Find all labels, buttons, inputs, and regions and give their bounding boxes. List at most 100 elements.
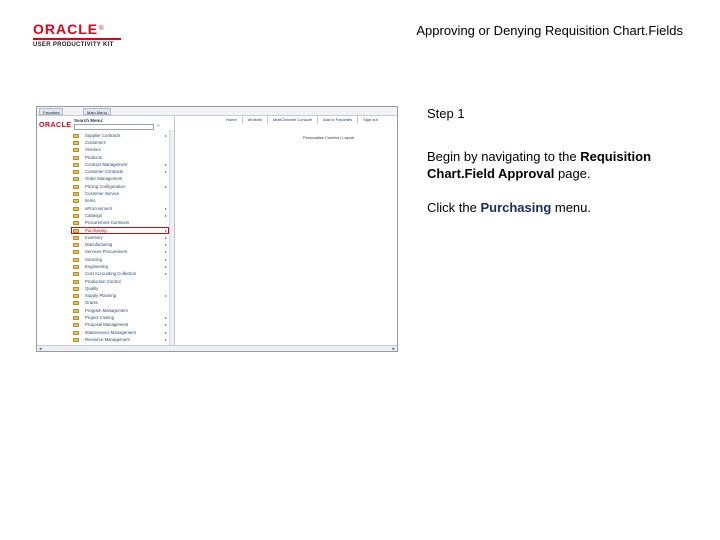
menu-item-label: Customer Service (85, 191, 120, 197)
submenu-arrow-icon: ▸ (164, 161, 167, 167)
menu-item-label: Supply Planning (85, 293, 117, 299)
menu-item[interactable]: Quality (71, 285, 169, 292)
menu-item[interactable]: Contract Management ▸ (71, 161, 169, 168)
application-screenshot: Favorites Main Menu ORACLE Home Worklist… (36, 106, 398, 352)
link-worklist[interactable]: Worklist (241, 116, 267, 124)
menu-item[interactable]: Pricing Configuration ▸ (71, 183, 169, 190)
folder-icon (73, 316, 79, 321)
menu-item[interactable]: Customer Service (71, 190, 169, 197)
menu-item[interactable]: eProcurement ▸ (71, 205, 169, 212)
link-multichannel-console[interactable]: MultiChannel Console (266, 116, 317, 124)
menu-item-label: Quality (85, 285, 99, 291)
menu-item[interactable]: Supply Planning ▸ (71, 293, 169, 300)
menu-item-label: Pricing Configuration (85, 183, 125, 189)
menu-item-label: Vendors (85, 147, 101, 153)
target-menu-name: Purchasing (480, 200, 552, 215)
menu-item[interactable]: Project Costing ▸ (71, 314, 169, 321)
tab-main-menu[interactable]: Main Menu (83, 108, 111, 115)
instruction-text: Click the (427, 200, 481, 215)
menu-item-label: eProcurement (85, 205, 112, 211)
submenu-arrow-icon: ▸ (164, 169, 167, 175)
horizontal-scrollbar[interactable]: ◂ ▸ (37, 345, 397, 351)
personalize-content-link[interactable]: Personalize Content | Layout (303, 135, 354, 141)
link-home[interactable]: Home (221, 116, 242, 124)
step-number: Step 1 (427, 106, 465, 121)
menu-item[interactable]: Proposal Management ▸ (71, 322, 169, 329)
menu-item[interactable]: Cost Accounting Collection ▸ (71, 271, 169, 278)
menu-item[interactable]: Services Procurement ▸ (71, 249, 169, 256)
menu-item-label: Purchasing (85, 227, 107, 233)
menu-item-label: Program Management (85, 307, 128, 313)
scroll-left-icon[interactable]: ◂ (39, 346, 42, 351)
submenu-arrow-icon: ▸ (164, 271, 167, 277)
menu-scrollbar[interactable] (169, 130, 174, 351)
folder-icon (73, 264, 79, 269)
menu-item[interactable]: Production Control (71, 278, 169, 285)
folder-icon (73, 170, 79, 175)
menu-item-label: Procurement Contracts (85, 220, 130, 226)
go-arrow-icon[interactable]: » (157, 123, 160, 130)
menu-item[interactable]: Supplier Contracts ▸ (71, 132, 169, 139)
folder-icon (73, 192, 79, 197)
folder-icon (73, 228, 79, 233)
folder-icon (73, 133, 79, 138)
submenu-arrow-icon: ▸ (164, 183, 167, 189)
menu-item[interactable]: Customers (71, 139, 169, 146)
folder-icon (73, 206, 79, 211)
submenu-arrow-icon: ▸ (164, 256, 167, 262)
menu-item-label: Manufacturing (85, 242, 113, 248)
folder-icon (73, 279, 79, 284)
menu-item[interactable]: Customer Contracts ▸ (71, 168, 169, 175)
menu-item[interactable]: Program Management (71, 307, 169, 314)
menu-item[interactable]: Procurement Contracts (71, 220, 169, 227)
instruction-paragraph-navigate: Begin by navigating to the Requisition C… (427, 148, 697, 182)
folder-icon (73, 235, 79, 240)
menu-item[interactable]: Catalogs ▸ (71, 212, 169, 219)
folder-icon (73, 330, 79, 335)
menu-item-label: Resource Management (85, 336, 130, 342)
main-menu-dropdown: Search Menu: » Supplier Contracts ▸ Custom… (71, 116, 175, 351)
menu-item-label: Cost Accounting Collection (85, 271, 137, 277)
menu-item-label: Engineering (85, 263, 108, 269)
link-add-to-favorites[interactable]: Add to Favorites (316, 116, 357, 124)
menu-item[interactable]: Vendors (71, 147, 169, 154)
folder-icon (73, 308, 79, 313)
instruction-text: page. (554, 166, 591, 181)
menu-item[interactable]: Grants (71, 300, 169, 307)
folder-icon (73, 243, 79, 248)
link-sign-out[interactable]: Sign out (357, 116, 383, 124)
screenshot-header-links: Home Worklist MultiChannel Console Add t… (221, 115, 383, 125)
menu-item-label: Proposal Management (85, 322, 129, 328)
menu-item[interactable]: Sourcing ▸ (71, 256, 169, 263)
scroll-right-icon[interactable]: ▸ (392, 346, 395, 351)
menu-item-list: Supplier Contracts ▸ Customers Vendors Produ… (71, 132, 169, 344)
submenu-arrow-icon: ▸ (164, 234, 167, 240)
menu-item[interactable]: Maintenance Management ▸ (71, 329, 169, 336)
submenu-arrow-icon: ▸ (164, 336, 167, 342)
menu-item[interactable]: Resource Management ▸ (71, 336, 169, 343)
menu-item-label: Project Costing (85, 315, 115, 321)
menu-item[interactable]: Products (71, 154, 169, 161)
folder-icon (73, 294, 79, 299)
folder-icon (73, 301, 79, 306)
tab-favorites[interactable]: Favorites (39, 108, 64, 115)
folder-icon (73, 177, 79, 182)
instruction-paragraph-click: Click the Purchasing menu. (427, 199, 697, 216)
folder-icon (73, 155, 79, 160)
logo-subtitle: USER PRODUCTIVITY KIT (33, 42, 114, 48)
folder-icon (73, 162, 79, 167)
menu-item-label: Items (85, 198, 96, 204)
logo-divider (33, 38, 121, 40)
menu-item[interactable]: Engineering ▸ (71, 263, 169, 270)
folder-icon (73, 184, 79, 189)
menu-item[interactable]: Items (71, 198, 169, 205)
search-menu-input[interactable] (74, 124, 154, 130)
registered-mark: ® (99, 26, 104, 32)
folder-icon (73, 213, 79, 218)
oracle-wordmark: ORACLE ® (33, 22, 104, 36)
menu-item[interactable]: Order Management (71, 176, 169, 183)
menu-item[interactable]: Manufacturing ▸ (71, 241, 169, 248)
menu-item-purchasing[interactable]: Purchasing ▸ (71, 226, 169, 235)
menu-item[interactable]: Inventory ▸ (71, 234, 169, 241)
menu-item-label: Supplier Contracts (85, 132, 121, 138)
